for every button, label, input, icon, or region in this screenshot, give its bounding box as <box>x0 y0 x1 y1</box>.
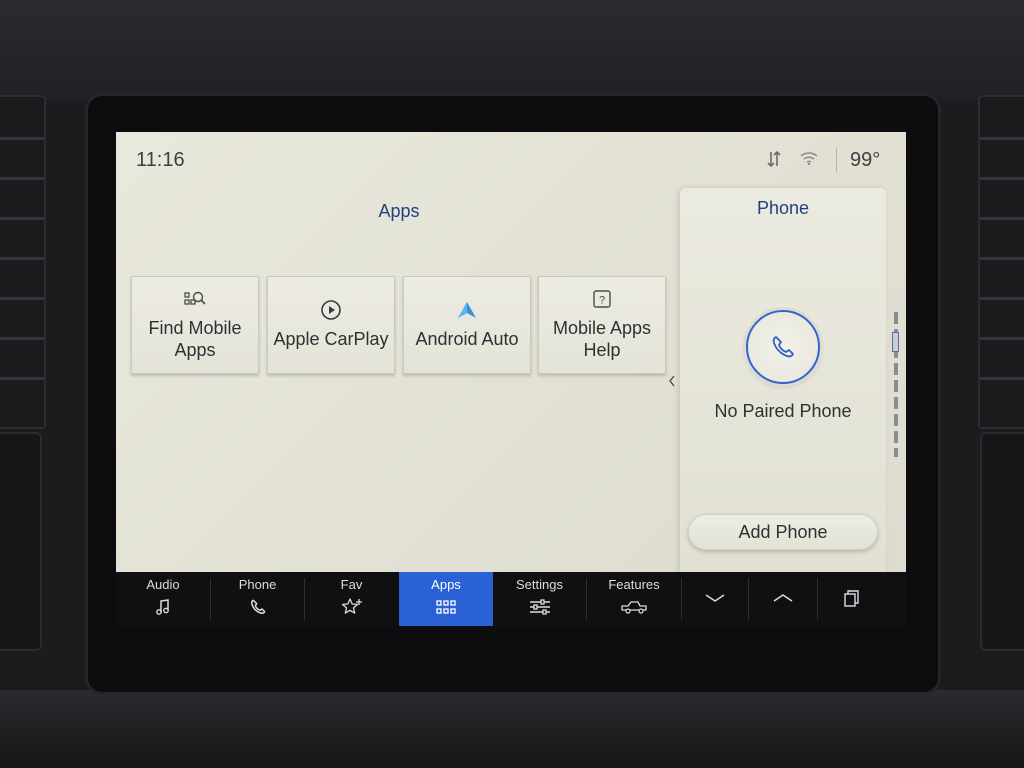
vent-lower-right <box>980 432 1024 651</box>
android-auto-icon <box>456 298 478 322</box>
phone-icon <box>248 596 268 618</box>
air-vent-right <box>978 95 1024 429</box>
star-plus-icon <box>341 596 363 618</box>
no-paired-phone-text: No Paired Phone <box>714 401 852 421</box>
clock: 11:16 <box>136 149 185 171</box>
tile-label: Android Auto <box>415 329 519 349</box>
svg-text:?: ? <box>599 295 605 307</box>
nav-label: Fav <box>340 577 363 592</box>
nav-label: Apps <box>431 577 461 592</box>
nav-settings[interactable]: Settings <box>493 572 586 626</box>
infotainment-screen: 11:16 99° Apps Find Mobile Apps Apple Ca… <box>116 132 906 572</box>
bottom-nav-bar: Audio Phone Fav Apps Settings Features <box>116 572 906 626</box>
search-apps-icon <box>184 287 206 311</box>
nav-label: Features <box>608 577 660 592</box>
nav-audio[interactable]: Audio <box>116 572 210 626</box>
phone-panel-title: Phone <box>756 198 810 218</box>
chevron-left-icon[interactable] <box>668 374 676 390</box>
nav-fav[interactable]: Fav <box>305 572 398 626</box>
dashboard-bottom <box>0 690 1024 768</box>
carplay-icon <box>320 298 342 322</box>
chevron-up-icon <box>772 587 794 609</box>
outside-temperature: 99° <box>850 149 881 171</box>
nav-label: Phone <box>238 577 277 592</box>
wifi-icon <box>799 150 819 171</box>
phone-icon[interactable] <box>746 310 820 384</box>
apps-title: Apps <box>378 201 420 221</box>
truck-icon <box>620 596 648 618</box>
add-phone-button[interactable]: Add Phone <box>688 514 878 550</box>
status-separator <box>836 148 837 172</box>
sliders-icon <box>529 596 551 618</box>
chevron-down-icon <box>704 587 726 609</box>
apple-carplay-tile[interactable]: Apple CarPlay <box>267 276 395 374</box>
dashboard-top <box>0 0 1024 100</box>
nav-apps[interactable]: Apps <box>399 572 493 626</box>
nav-phone[interactable]: Phone <box>211 572 304 626</box>
android-auto-tile[interactable]: Android Auto <box>403 276 531 374</box>
find-mobile-apps-tile[interactable]: Find Mobile Apps <box>131 276 259 374</box>
data-signal-icon <box>766 150 782 173</box>
scroll-down-button[interactable] <box>682 572 748 626</box>
phone-panel: Phone No Paired Phone Add Phone <box>680 188 886 572</box>
tile-label: Apple CarPlay <box>273 329 389 349</box>
music-note-icon <box>155 596 171 618</box>
copy-windows-icon <box>843 587 861 609</box>
nav-label: Settings <box>516 577 563 592</box>
multitask-button[interactable] <box>818 572 886 626</box>
scroll-up-button[interactable] <box>749 572 817 626</box>
page-scroll-thumb[interactable] <box>892 332 899 352</box>
air-vent-left <box>0 95 46 429</box>
nav-label: Audio <box>146 577 180 592</box>
nav-features[interactable]: Features <box>587 572 681 626</box>
tile-label: Find Mobile Apps <box>148 318 242 360</box>
apps-grid-icon <box>436 596 456 618</box>
help-icon: ? <box>592 287 612 311</box>
mobile-apps-help-tile[interactable]: ? Mobile Apps Help <box>538 276 666 374</box>
tile-label: Mobile Apps Help <box>552 318 652 360</box>
vent-lower-left <box>0 432 42 651</box>
